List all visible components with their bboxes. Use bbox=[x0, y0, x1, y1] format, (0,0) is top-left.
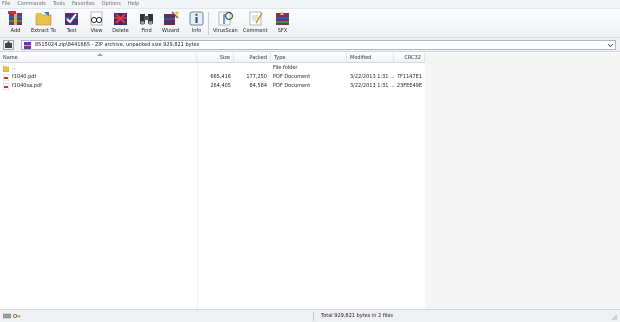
up-folder-icon bbox=[5, 41, 12, 48]
up-one-level-button[interactable] bbox=[3, 40, 14, 50]
path-text: 8515024.zip\8441665 - ZIP archive, unpac… bbox=[35, 42, 200, 48]
column-name[interactable]: Name bbox=[0, 53, 197, 63]
file-crc: 7F1147E1 bbox=[396, 74, 422, 80]
status-text: Total 929,821 bytes in 2 files bbox=[321, 313, 394, 319]
pdf-file-icon bbox=[3, 83, 9, 90]
menu-bar: File Commands Tools Favorites Options He… bbox=[0, 0, 620, 9]
find-binoculars-icon bbox=[140, 14, 153, 25]
view-label: View bbox=[90, 28, 103, 34]
file-type: PDF Document bbox=[273, 83, 311, 89]
info-button[interactable]: Info bbox=[188, 10, 205, 37]
list-item-f1040sa[interactable]: f1040sa.pdf 264,405 84,584 PDF Document … bbox=[0, 82, 425, 91]
address-bar: 8515024.zip\8441665 - ZIP archive, unpac… bbox=[0, 38, 620, 52]
comment-icon bbox=[249, 11, 263, 26]
key-icon[interactable] bbox=[13, 313, 21, 319]
column-modified[interactable]: Modified bbox=[347, 53, 394, 63]
chevron-down-icon[interactable] bbox=[607, 42, 614, 48]
column-packed[interactable]: Packed bbox=[234, 53, 271, 63]
test-icon bbox=[65, 13, 78, 25]
add-label: Add bbox=[10, 28, 21, 34]
delete-label: Delete bbox=[112, 28, 129, 34]
info-label: Info bbox=[191, 28, 202, 34]
extract-to-button[interactable]: Extract To bbox=[31, 10, 56, 37]
file-size bbox=[197, 64, 231, 73]
virusscan-label: VirusScan bbox=[213, 28, 238, 34]
delete-button[interactable]: Delete bbox=[112, 10, 129, 37]
file-modified: 3/22/2013 1:31 ... bbox=[350, 83, 395, 89]
virusscan-icon bbox=[218, 11, 233, 26]
test-button[interactable]: Test bbox=[63, 10, 80, 37]
zip-archive-icon bbox=[24, 41, 31, 49]
test-label: Test bbox=[66, 28, 77, 34]
find-label: Find bbox=[141, 28, 152, 34]
sfx-button[interactable]: SFX bbox=[274, 10, 291, 37]
column-size[interactable]: Size bbox=[197, 53, 234, 63]
folder-up-icon bbox=[3, 66, 9, 72]
menu-file[interactable]: File bbox=[2, 0, 10, 9]
list-item-parent-folder[interactable]: .. File folder bbox=[0, 64, 425, 73]
file-modified: 3/22/2013 1:31 ... bbox=[350, 74, 395, 80]
file-name: .. bbox=[12, 65, 16, 71]
menu-favorites[interactable]: Favorites bbox=[72, 0, 95, 9]
view-glasses-icon bbox=[90, 11, 103, 26]
sfx-icon bbox=[276, 11, 289, 25]
resize-grip-icon[interactable] bbox=[610, 313, 618, 321]
view-button[interactable]: View bbox=[88, 10, 105, 37]
menu-help[interactable]: Help bbox=[128, 0, 139, 9]
name-column-area bbox=[0, 63, 197, 309]
toolbar-separator bbox=[208, 12, 209, 35]
status-separator bbox=[313, 312, 314, 321]
comment-button[interactable]: Comment bbox=[243, 10, 268, 37]
file-list: Name Size Packed Type Modified CRC32 .. … bbox=[0, 53, 620, 309]
wizard-button[interactable]: Wizard bbox=[162, 10, 179, 37]
delete-icon bbox=[114, 13, 127, 25]
column-type[interactable]: Type bbox=[271, 53, 347, 63]
list-item-f1040[interactable]: f1040.pdf 665,416 177,250 PDF Document 3… bbox=[0, 73, 425, 82]
add-button[interactable]: Add bbox=[7, 10, 24, 37]
add-archive-icon bbox=[8, 11, 22, 25]
path-field[interactable]: 8515024.zip\8441665 - ZIP archive, unpac… bbox=[21, 40, 616, 50]
file-size: 665,416 bbox=[210, 74, 231, 80]
file-name: f1040.pdf bbox=[12, 74, 37, 80]
file-packed: 177,250 bbox=[246, 74, 267, 80]
menu-tools[interactable]: Tools bbox=[53, 0, 65, 9]
file-crc: 23FEE49E bbox=[396, 83, 422, 89]
extract-to-label: Extract To bbox=[31, 28, 56, 34]
drive-icon[interactable] bbox=[3, 313, 11, 319]
file-type: PDF Document bbox=[273, 74, 311, 80]
comment-label: Comment bbox=[243, 28, 268, 34]
column-header: Name Size Packed Type Modified CRC32 bbox=[0, 53, 425, 63]
list-empty-area bbox=[425, 53, 620, 309]
menu-commands[interactable]: Commands bbox=[17, 0, 45, 9]
status-bar: Total 929,821 bytes in 2 files bbox=[0, 309, 620, 322]
wizard-label: Wizard bbox=[162, 28, 180, 34]
file-name: f1040sa.pdf bbox=[12, 83, 42, 89]
column-crc32[interactable]: CRC32 bbox=[394, 53, 425, 63]
file-crc bbox=[394, 64, 422, 73]
extract-folder-icon bbox=[35, 12, 52, 26]
pdf-file-icon bbox=[3, 74, 9, 81]
file-type: File folder bbox=[273, 65, 298, 71]
file-size: 264,405 bbox=[210, 83, 231, 89]
find-button[interactable]: Find bbox=[138, 10, 155, 37]
wizard-icon bbox=[164, 11, 179, 25]
details-column-area bbox=[197, 63, 425, 309]
file-packed bbox=[234, 64, 267, 73]
info-icon bbox=[189, 11, 204, 26]
sfx-label: SFX bbox=[277, 28, 288, 34]
menu-options[interactable]: Options bbox=[102, 0, 121, 9]
virusscan-button[interactable]: VirusScan bbox=[213, 10, 238, 37]
file-packed: 84,584 bbox=[249, 83, 268, 89]
toolbar: Add Extract To Test View Delete Find Wiz… bbox=[0, 9, 620, 38]
